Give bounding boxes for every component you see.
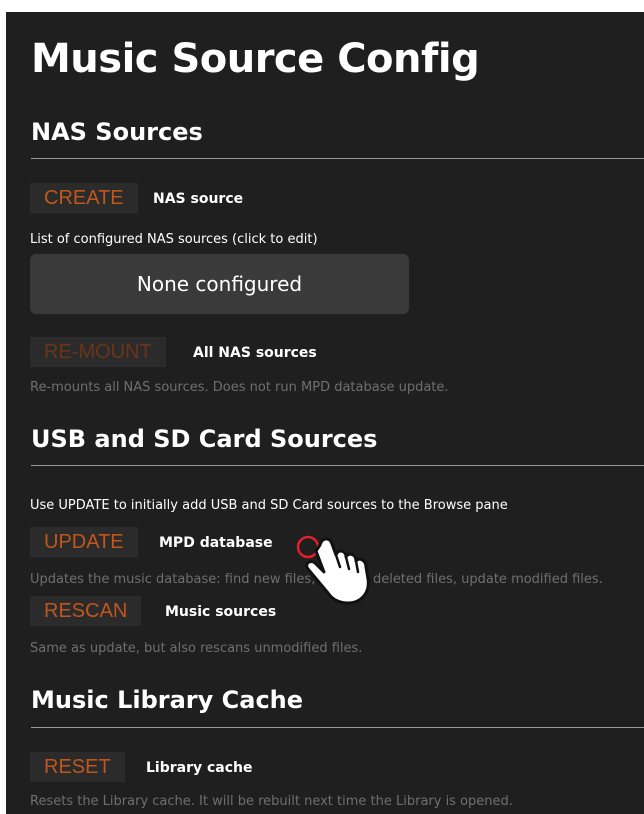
rescan-button[interactable]: RESCAN: [30, 596, 142, 626]
create-nas-caption: NAS source: [153, 191, 244, 207]
top-bar: [6, 0, 644, 12]
remount-button[interactable]: RE-MOUNT: [30, 337, 166, 367]
update-caption: MPD database: [159, 535, 273, 551]
reset-cache-caption: Library cache: [146, 760, 253, 776]
rescan-caption: Music sources: [165, 604, 277, 620]
cache-divider: [31, 727, 644, 728]
none-configured-box: None configured: [30, 254, 409, 314]
rescan-help: Same as update, but also rescans unmodif…: [30, 641, 363, 656]
hand-pointer-icon: [296, 535, 370, 605]
update-button[interactable]: UPDATE: [30, 527, 138, 557]
reset-cache-button[interactable]: RESET: [30, 752, 125, 782]
remount-help: Re-mounts all NAS sources. Does not run …: [30, 380, 449, 395]
reset-cache-help: Resets the Library cache. It will be reb…: [30, 794, 513, 809]
library-cache-heading: Music Library Cache: [31, 686, 304, 714]
create-nas-button[interactable]: CREATE: [30, 183, 138, 213]
usb-sd-heading: USB and SD Card Sources: [31, 425, 378, 453]
nas-divider: [31, 158, 644, 159]
nas-list-label: List of configured NAS sources (click to…: [30, 232, 318, 247]
page-title: Music Source Config: [31, 36, 480, 82]
nas-sources-heading: NAS Sources: [31, 118, 203, 146]
usb-intro-text: Use UPDATE to initially add USB and SD C…: [30, 498, 508, 513]
usb-divider: [31, 465, 644, 466]
remount-caption: All NAS sources: [193, 345, 317, 361]
